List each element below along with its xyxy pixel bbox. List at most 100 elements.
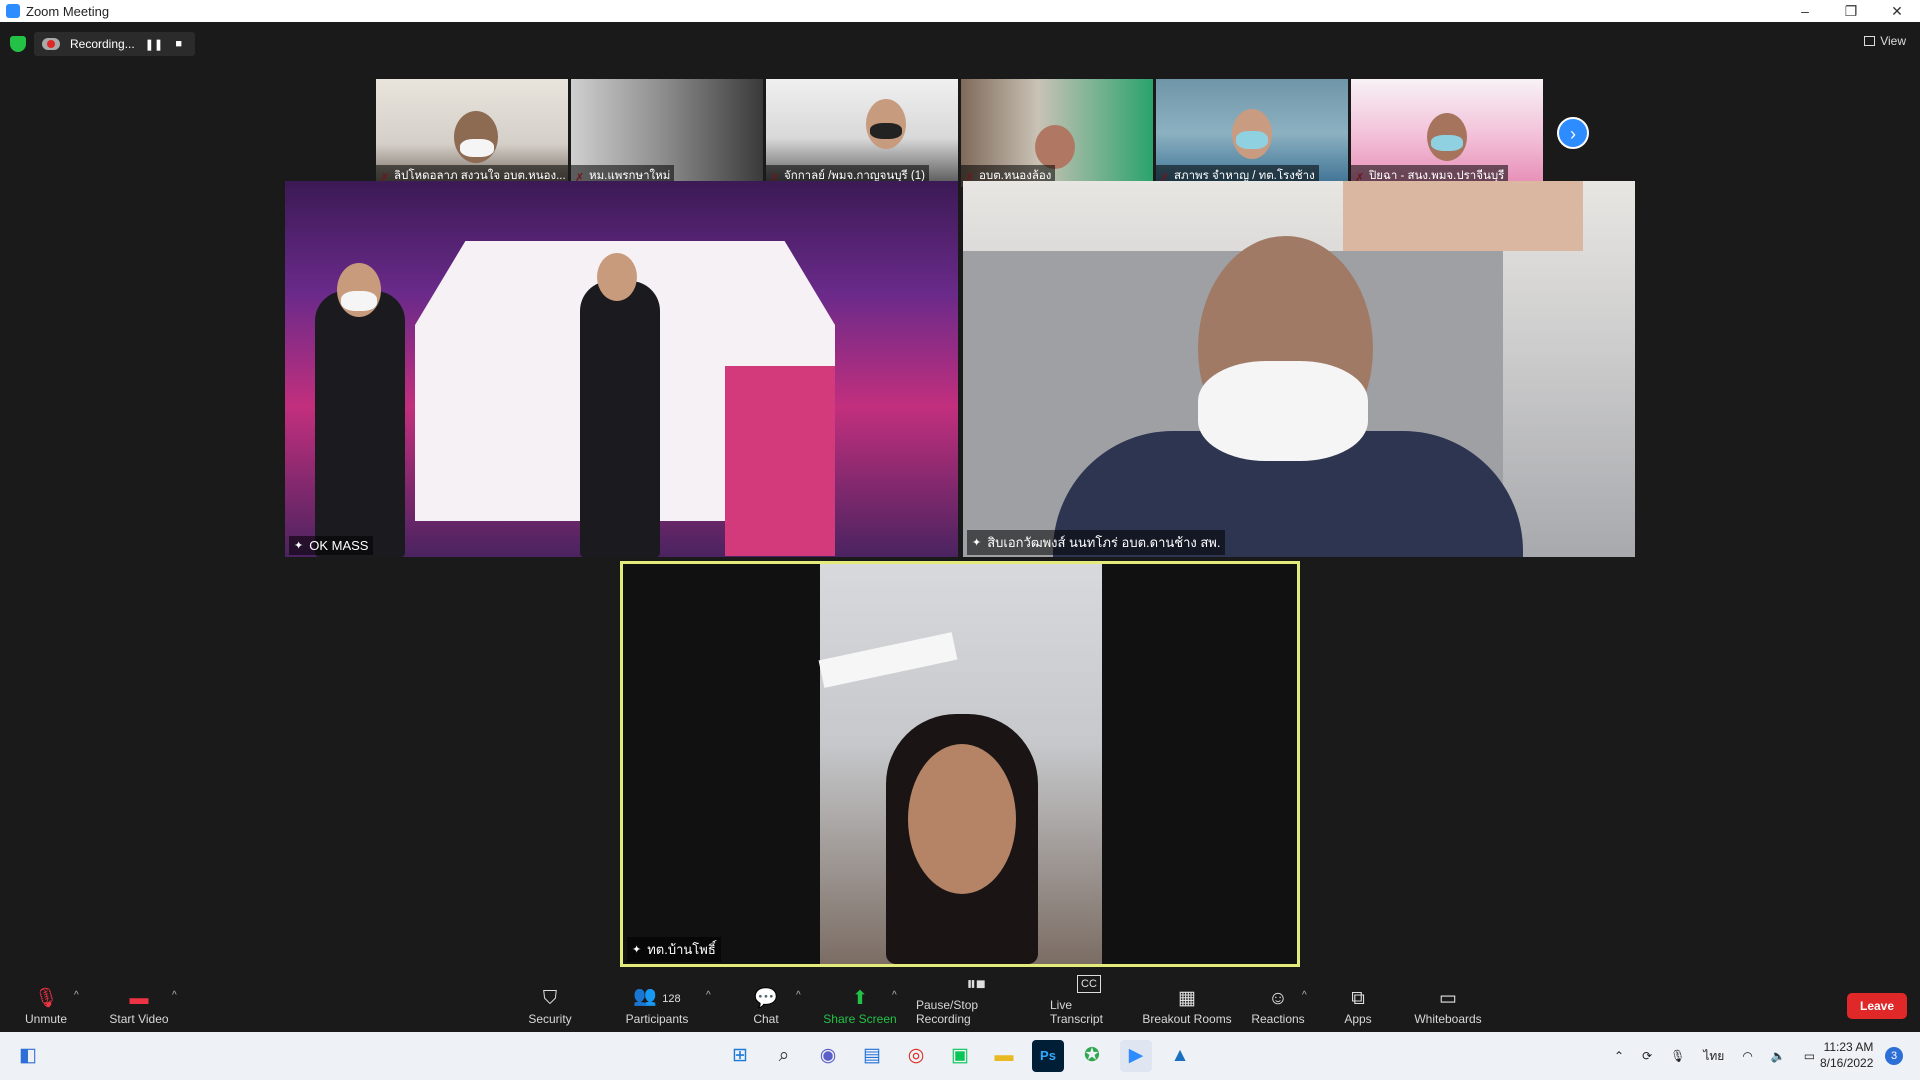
- reactions-options-chevron-icon[interactable]: ^: [1302, 990, 1307, 1001]
- battery-icon[interactable]: ▭: [1804, 1049, 1815, 1063]
- participant-thumbnail[interactable]: ✗ ปิยฉา - สนง.พมจ.ปราจีนบุรี: [1351, 79, 1543, 187]
- speaker-face: [908, 744, 1016, 894]
- pin-icon: ✦: [632, 944, 642, 956]
- tray-overflow-chevron-icon[interactable]: ⌃: [1614, 1049, 1624, 1063]
- face-mask: [341, 291, 377, 311]
- breakout-grid-icon: ▦: [1178, 988, 1196, 1009]
- next-page-chevron-icon[interactable]: ›: [1557, 117, 1589, 149]
- share-arrow-icon: ⬆: [852, 988, 868, 1009]
- security-button[interactable]: ⛉ Security: [520, 980, 580, 1032]
- podium: [725, 366, 835, 556]
- participant-thumbnail[interactable]: ✗ อบต.หนองล้อง: [961, 79, 1153, 187]
- view-label: View: [1880, 34, 1906, 48]
- participants-options-chevron-icon[interactable]: ^: [706, 990, 711, 1001]
- participant-name: สิบเอกวัฒพงส์ นนทโภร่ อบต.ดานช้าง สพ.: [987, 535, 1221, 550]
- meeting-status-bar: Recording... ❚❚ ■: [10, 32, 195, 56]
- start-menu-icon[interactable]: ⊞: [724, 1040, 756, 1072]
- mic-muted-icon: 🎙: [33, 988, 59, 1009]
- share-screen-button[interactable]: ⬆ Share Screen: [820, 980, 900, 1032]
- participant-label: ✦ สิบเอกวัฒพงส์ นนทโภร่ อบต.ดานช้าง สพ.: [967, 530, 1226, 555]
- active-speaker-tile[interactable]: ✦ ทต.บ้านโพธิ์: [620, 561, 1300, 967]
- store-icon[interactable]: ▤: [856, 1040, 888, 1072]
- video-tile-right[interactable]: ✦ สิบเอกวัฒพงส์ นนทโภร่ อบต.ดานช้าง สพ.: [963, 181, 1635, 557]
- chat-button[interactable]: 💬 Chat: [746, 980, 786, 1032]
- zoom-taskbar-icon[interactable]: ▶: [1120, 1040, 1152, 1072]
- wifi-icon[interactable]: ◠: [1742, 1049, 1752, 1063]
- pin-icon: ✦: [972, 537, 982, 549]
- participant-name: ทต.บ้านโพธิ์: [647, 942, 716, 957]
- chat-bubble-icon: 💬: [754, 988, 778, 1009]
- participant-thumbnail[interactable]: ✗ ลิปโหดอลาภ สงวนใจ อบต.หนอง...: [376, 79, 568, 187]
- pause-stop-recording-button[interactable]: ⏸⏹ Pause/Stop Recording: [916, 975, 1036, 1032]
- face-mask: [1198, 361, 1368, 461]
- share-options-chevron-icon[interactable]: ^: [892, 990, 897, 1001]
- pause-stop-icon: ⏸⏹: [966, 974, 986, 995]
- view-button[interactable]: View: [1864, 34, 1906, 48]
- recording-indicator: Recording... ❚❚ ■: [34, 32, 195, 56]
- participant-thumbnail-strip: ✗ ลิปโหดอลาภ สงวนใจ อบต.หนอง... ✗ หม.แพร…: [376, 79, 1543, 187]
- whiteboards-button[interactable]: ▭ Whiteboards: [1410, 980, 1486, 1032]
- ceiling-light: [818, 632, 958, 688]
- stop-recording-button[interactable]: ■: [171, 38, 187, 50]
- restore-button[interactable]: ❐: [1828, 3, 1874, 20]
- grid-view-icon: [1864, 36, 1876, 46]
- pin-icon: ✦: [294, 540, 304, 552]
- participant-thumbnail[interactable]: ✗ สภาพร จำหาญ / ทต.โรงช้าง: [1156, 79, 1348, 187]
- presenter-left: [315, 291, 405, 557]
- window-title: Zoom Meeting: [26, 3, 110, 19]
- shelf-boxes: [1343, 181, 1583, 251]
- participant-face: [1035, 125, 1075, 169]
- minimize-button[interactable]: –: [1782, 3, 1828, 20]
- widgets-icon[interactable]: ◧: [12, 1040, 44, 1072]
- face-mask: [870, 123, 902, 139]
- clock-date: 8/16/2022: [1820, 1056, 1874, 1070]
- clock-time: 11:23 AM: [1823, 1040, 1874, 1054]
- presenter-center-face: [597, 253, 637, 301]
- search-icon[interactable]: ⌕: [768, 1040, 800, 1072]
- apps-icon: ⧉: [1351, 988, 1365, 1009]
- emoji-plus-icon: ☺: [1268, 988, 1288, 1009]
- leave-button[interactable]: Leave: [1847, 993, 1907, 1019]
- line-app-icon[interactable]: ▣: [944, 1040, 976, 1072]
- photos-icon[interactable]: ▲: [1164, 1040, 1196, 1072]
- participant-thumbnail[interactable]: ✗ หม.แพรกษาใหม่: [571, 79, 763, 187]
- close-button[interactable]: ✕: [1874, 3, 1920, 20]
- volume-icon[interactable]: 🔈: [1771, 1049, 1786, 1063]
- window-titlebar: Zoom Meeting – ❐ ✕: [0, 0, 1920, 22]
- speaker-camera-feed: [818, 564, 1102, 964]
- system-clock[interactable]: 11:23 AM 8/16/2022: [1820, 1039, 1873, 1071]
- face-mask: [460, 139, 494, 157]
- closed-caption-icon: CC: [1077, 975, 1101, 993]
- green-app-icon[interactable]: ✪: [1076, 1040, 1108, 1072]
- audio-options-chevron-icon[interactable]: ^: [74, 990, 79, 1001]
- apps-button[interactable]: ⧉ Apps: [1340, 980, 1376, 1032]
- teams-chat-icon[interactable]: ◉: [812, 1040, 844, 1072]
- live-transcript-button[interactable]: CC Live Transcript: [1050, 975, 1128, 1032]
- sync-icon[interactable]: ⟳: [1642, 1049, 1652, 1063]
- participants-icon: 👥 128: [633, 986, 681, 1007]
- face-mask: [1236, 131, 1268, 149]
- video-tile-ok-mass[interactable]: ✦ OK MASS: [285, 181, 958, 557]
- microphone-icon[interactable]: 🎙: [1670, 1049, 1685, 1063]
- breakout-rooms-button[interactable]: ▦ Breakout Rooms: [1142, 980, 1232, 1032]
- cloud-recording-icon: [42, 38, 60, 50]
- video-options-chevron-icon[interactable]: ^: [172, 990, 177, 1001]
- encryption-shield-icon[interactable]: [10, 36, 26, 52]
- participant-name: OK MASS: [309, 538, 369, 553]
- participant-label: ✦ ทต.บ้านโพธิ์: [627, 937, 721, 962]
- start-video-button[interactable]: ▬ Start Video: [104, 980, 174, 1032]
- notification-badge[interactable]: 3: [1885, 1047, 1903, 1065]
- photoshop-icon[interactable]: Ps: [1032, 1040, 1064, 1072]
- chrome-icon[interactable]: ◎: [900, 1040, 932, 1072]
- participant-thumbnail[interactable]: ✗ จักกาลย์ /พมจ.กาญจนบุรี (1): [766, 79, 958, 187]
- system-tray: ⌃ ⟳ 🎙 ไทย ◠ 🔈 ▭: [1614, 1032, 1815, 1080]
- reactions-button[interactable]: ☺ Reactions: [1250, 980, 1306, 1032]
- chat-options-chevron-icon[interactable]: ^: [796, 990, 801, 1001]
- participants-button[interactable]: 👥 128 Participants: [622, 980, 692, 1032]
- pause-recording-button[interactable]: ❚❚: [145, 38, 163, 51]
- meeting-controls-toolbar: 🎙 Unmute ^ ▬ Start Video ^ ⛉ Security 👥 …: [0, 975, 1920, 1032]
- windows-taskbar: ◧ ⊞ ⌕ ◉ ▤ ◎ ▣ ▬ Ps ✪ ▶ ▲ ⌃ ⟳ 🎙 ไทย ◠ 🔈 ▭…: [0, 1032, 1920, 1080]
- file-explorer-icon[interactable]: ▬: [988, 1040, 1020, 1072]
- input-language[interactable]: ไทย: [1703, 1047, 1724, 1066]
- unmute-button[interactable]: 🎙 Unmute: [18, 980, 74, 1032]
